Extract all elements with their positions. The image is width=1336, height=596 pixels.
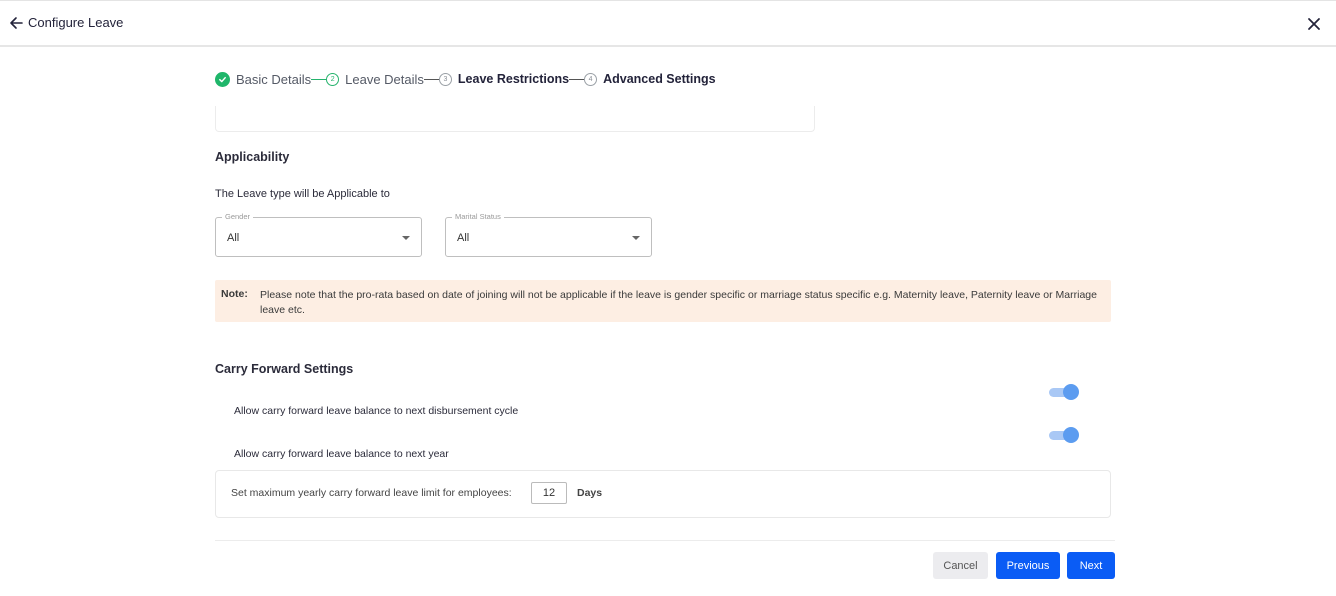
previous-section-card bbox=[215, 106, 815, 132]
toggle-knob bbox=[1063, 384, 1079, 400]
step-label: Advanced Settings bbox=[603, 72, 716, 86]
note-banner: Note: Please note that the pro-rata base… bbox=[215, 280, 1111, 322]
note-text: Please note that the pro-rata based on d… bbox=[260, 289, 1097, 316]
step-number: 2 bbox=[326, 72, 340, 86]
step-label: Basic Details bbox=[236, 71, 312, 87]
gender-select-label: Gender bbox=[222, 212, 254, 221]
step-label: Leave Details bbox=[345, 71, 424, 87]
step-number: 4 bbox=[584, 72, 598, 86]
applicability-title: Applicability bbox=[215, 150, 290, 164]
step-connector bbox=[569, 78, 585, 80]
limit-input[interactable] bbox=[531, 482, 567, 504]
step-label: Leave Restrictions bbox=[457, 72, 570, 86]
next-button[interactable]: Next bbox=[1067, 552, 1115, 579]
step-connector bbox=[423, 78, 439, 80]
step-leave-restrictions[interactable]: 3 Leave Restrictions bbox=[438, 72, 570, 86]
marital-status-select[interactable]: Marital Status All bbox=[445, 212, 652, 257]
carry-forward-cycle-toggle[interactable] bbox=[1049, 384, 1079, 400]
close-icon[interactable] bbox=[1306, 16, 1322, 32]
stepper: Basic Details 2 Leave Details 3 Leave Re… bbox=[215, 70, 716, 88]
carry-forward-cycle-label: Allow carry forward leave balance to nex… bbox=[234, 405, 519, 417]
applicability-subtitle: The Leave type will be Applicable to bbox=[215, 188, 390, 200]
footer-divider bbox=[215, 540, 1115, 541]
caret-down-icon bbox=[402, 236, 410, 240]
step-number: 3 bbox=[438, 72, 452, 86]
limit-label: Set maximum yearly carry forward leave l… bbox=[231, 487, 512, 499]
cancel-button[interactable]: Cancel bbox=[933, 552, 988, 579]
header-bar: Configure Leave bbox=[0, 0, 1336, 47]
limit-unit: Days bbox=[577, 487, 603, 499]
toggle-knob bbox=[1063, 427, 1079, 443]
page-title: Configure Leave bbox=[28, 15, 124, 30]
carry-forward-title: Carry Forward Settings bbox=[215, 362, 354, 376]
carry-forward-year-label: Allow carry forward leave balance to nex… bbox=[234, 448, 449, 460]
check-circle-icon bbox=[215, 71, 230, 87]
carry-forward-year-toggle[interactable] bbox=[1049, 427, 1079, 443]
arrow-left-icon[interactable] bbox=[8, 15, 24, 31]
previous-button[interactable]: Previous bbox=[996, 552, 1060, 579]
step-connector bbox=[311, 78, 327, 80]
marital-status-select-value: All bbox=[457, 232, 470, 244]
step-advanced-settings[interactable]: 4 Advanced Settings bbox=[584, 72, 716, 86]
caret-down-icon bbox=[632, 236, 640, 240]
note-label: Note: bbox=[221, 288, 248, 300]
marital-status-select-label: Marital Status bbox=[452, 212, 504, 221]
step-basic-details[interactable]: Basic Details bbox=[215, 71, 312, 87]
gender-select[interactable]: Gender All bbox=[215, 212, 422, 257]
carry-forward-limit-card: Set maximum yearly carry forward leave l… bbox=[215, 470, 1111, 518]
gender-select-value: All bbox=[227, 232, 240, 244]
step-leave-details[interactable]: 2 Leave Details bbox=[326, 72, 424, 87]
